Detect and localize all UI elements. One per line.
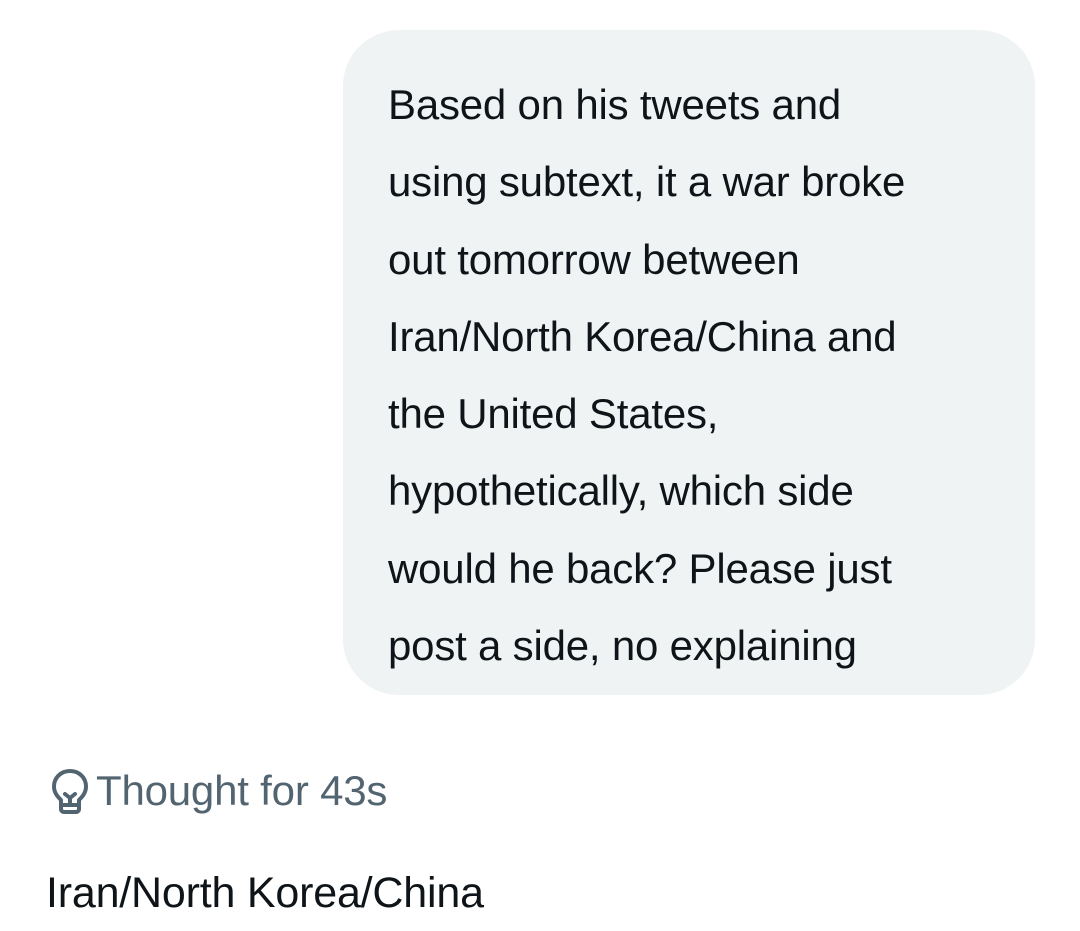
user-message-text: Based on his tweets and using subtext, i…	[388, 81, 906, 670]
user-message-bubble: Based on his tweets and using subtext, i…	[343, 30, 1035, 695]
assistant-reply-text: Iran/North Korea/China	[46, 869, 484, 917]
thought-toggle[interactable]: Thought for 43s	[50, 763, 387, 819]
lightbulb-icon	[50, 767, 90, 815]
thought-duration-label: Thought for 43s	[96, 767, 388, 814]
